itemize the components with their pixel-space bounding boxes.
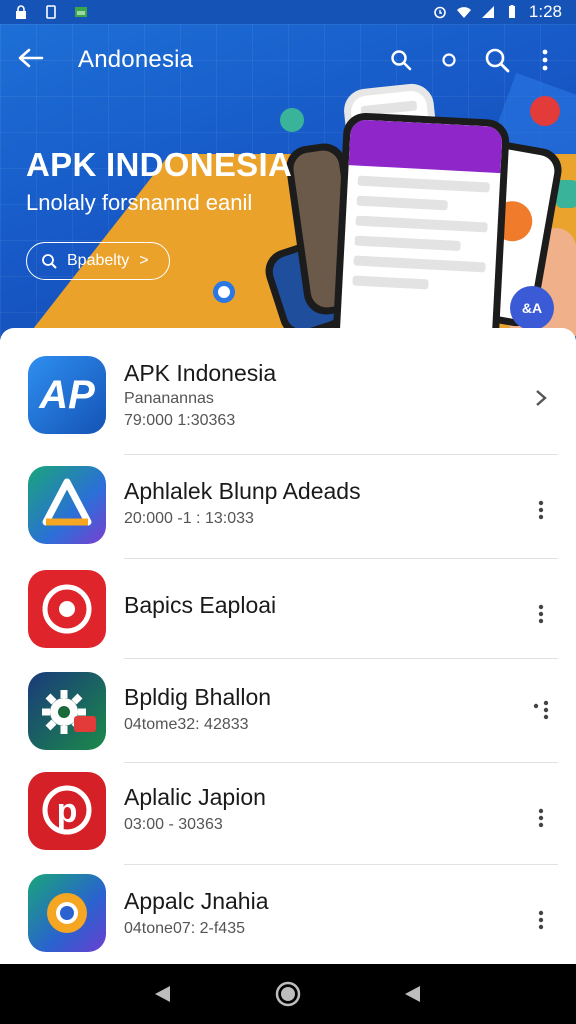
wifi-icon — [456, 7, 471, 18]
status-bar: 1:28 — [0, 0, 576, 24]
list-item[interactable]: p Aplalic Japion 03:00 - 30363 — [0, 770, 576, 874]
app-bar-title: Andonesia — [78, 46, 194, 73]
app-bar: Andonesia — [0, 24, 576, 96]
divider — [124, 762, 558, 763]
fab-button[interactable]: &A — [510, 286, 554, 330]
search-icon[interactable] — [484, 47, 510, 73]
hero-banner: Andonesia APK INDONESIA Lnolaly forsnann… — [0, 24, 576, 340]
camera-ring-icon — [28, 570, 106, 648]
app-meta: 04tome32: 42833 — [124, 716, 249, 733]
image-icon — [75, 7, 87, 17]
app-name: Bapics Eaploai — [124, 592, 277, 618]
more-vert-icon[interactable] — [526, 594, 556, 634]
location-dot-icon — [213, 281, 235, 303]
list-item[interactable]: AP APK Indonesia Pananannas 79:000 1:303… — [0, 352, 576, 456]
more-vert-icon[interactable] — [526, 798, 556, 838]
app-meta: 04tone07: 2-f435 — [124, 920, 245, 937]
more-vert-icon[interactable] — [526, 900, 556, 940]
app-meta: 03:00 - 30363 — [124, 816, 223, 833]
app-name: Aplalic Japion — [124, 784, 266, 810]
list-item[interactable]: Bpldig Bhallon 04tome32: 42833 — [0, 668, 576, 772]
search-icon[interactable] — [388, 47, 414, 73]
app-meta: 79:000 1:30363 — [124, 412, 236, 429]
drive-triangle-icon — [28, 466, 106, 544]
explore-button-label: Bpabelty — [67, 252, 130, 269]
app-subtitle: Pananannas — [124, 390, 214, 407]
divider — [124, 454, 558, 455]
list-item[interactable]: Appalc Jnahia 04tone07: 2-f435 — [0, 872, 576, 976]
ap-logo-icon: AP — [28, 356, 106, 434]
chrome-icon — [28, 874, 106, 952]
chevron-right-icon[interactable] — [526, 378, 556, 418]
more-vert-icon[interactable] — [526, 490, 556, 530]
map-pin-icon — [280, 108, 304, 132]
divider — [124, 658, 558, 659]
app-name: Aphlalek Blunp Adeads — [124, 478, 361, 504]
app-list: AP APK Indonesia Pananannas 79:000 1:303… — [0, 328, 576, 964]
list-item[interactable]: Aphlalek Blunp Adeads 20:000 -1 : 13:033 — [0, 462, 576, 566]
divider — [124, 558, 558, 559]
sim-icon — [46, 5, 56, 19]
badge-icon — [530, 96, 560, 126]
chevron-right-icon: > — [139, 252, 149, 269]
app-meta: 20:000 -1 : 13:033 — [124, 510, 254, 527]
app-name: Appalc Jnahia — [124, 888, 269, 914]
explore-button[interactable]: Bpabelty > — [26, 242, 170, 280]
gear-icon — [28, 672, 106, 750]
more-vert-icon[interactable] — [532, 47, 558, 73]
battery-icon — [508, 5, 515, 18]
record-icon[interactable] — [436, 47, 462, 73]
lock-icon — [16, 5, 26, 19]
home-icon[interactable] — [268, 974, 308, 1014]
list-item[interactable]: Bapics Eaploai — [0, 566, 576, 670]
hero-title: APK INDONESIA — [26, 146, 293, 183]
back-icon[interactable] — [143, 974, 183, 1014]
system-nav-bar — [0, 964, 576, 1024]
divider — [124, 864, 558, 865]
back-arrow-icon[interactable] — [18, 43, 54, 77]
app-name: Bpldig Bhallon — [124, 684, 272, 710]
more-vert-icon[interactable] — [526, 690, 556, 730]
svg-text:p: p — [57, 792, 78, 830]
hero-subtitle: Lnolaly forsnannd eanil — [26, 190, 253, 215]
pinterest-icon: p — [28, 772, 106, 850]
clock: 1:28 — [528, 2, 562, 21]
signal-icon — [481, 6, 494, 18]
alarm-icon — [434, 6, 446, 19]
app-name: APK Indonesia — [124, 360, 277, 386]
phone-mockup — [331, 111, 511, 340]
search-icon — [42, 254, 57, 269]
recents-icon[interactable] — [393, 974, 433, 1014]
